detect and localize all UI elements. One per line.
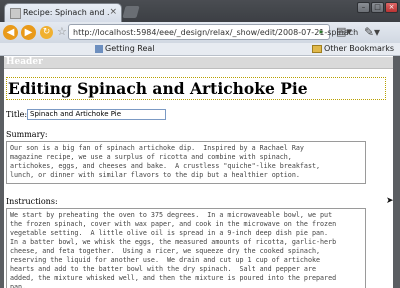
maximize-button[interactable]: □ <box>371 2 384 13</box>
summary-label: Summary: <box>6 130 48 139</box>
page-header-text: Header <box>6 57 43 67</box>
page-header-bar: Header <box>4 57 393 69</box>
address-bar[interactable]: http://localhost:5984/eee/_design/relax/… <box>68 24 358 40</box>
page-title: Editing Spinach and Artichoke Pie <box>6 77 386 100</box>
other-bookmarks-button[interactable]: Other Bookmarks <box>312 43 394 55</box>
reload-button[interactable]: ↻ <box>40 26 53 39</box>
go-arrow-icon[interactable]: ▸ <box>316 26 327 37</box>
window-edge <box>393 56 400 288</box>
tab-strip: Recipe: Spinach and ... × – □ × <box>0 0 400 22</box>
back-button[interactable]: ◀ <box>3 25 18 40</box>
instructions-textarea[interactable]: We start by preheating the oven to 375 d… <box>6 208 366 288</box>
other-bookmarks-label: Other Bookmarks <box>324 44 394 53</box>
instructions-label: Instructions: <box>6 197 58 206</box>
tab-recipe[interactable]: Recipe: Spinach and ... × <box>4 3 122 22</box>
forward-button[interactable]: ▶ <box>21 25 36 40</box>
tab-title: Recipe: Spinach and ... <box>23 8 109 17</box>
page-content: Header Editing Spinach and Artichoke Pie… <box>4 56 393 288</box>
folder-icon <box>312 44 323 53</box>
minimize-button[interactable]: – <box>357 2 370 13</box>
close-window-button[interactable]: × <box>385 2 398 13</box>
summary-textarea[interactable]: Our son is a big fan of spinach artichok… <box>6 141 366 184</box>
new-tab-button[interactable] <box>122 6 140 18</box>
window-controls: – □ × <box>357 2 398 13</box>
title-input[interactable]: Spinach and Artichoke Pie <box>27 109 166 120</box>
page-menu-icon[interactable]: ▤▾ <box>336 25 352 39</box>
page-favicon-icon <box>10 8 21 19</box>
browser-toolbar: ◀ ▶ ↻ ☆ http://localhost:5984/eee/_desig… <box>0 22 400 43</box>
browser-window: Recipe: Spinach and ... × – □ × ◀ ▶ ↻ ☆ … <box>0 0 400 288</box>
mouse-cursor-icon: ➤ <box>386 196 394 206</box>
close-tab-icon[interactable]: × <box>109 6 117 18</box>
bookmark-star-icon[interactable]: ☆ <box>57 25 67 39</box>
wrench-menu-icon[interactable]: ✎▾ <box>364 25 380 39</box>
title-label: Title: <box>6 110 28 119</box>
bookmark-icon <box>95 44 103 53</box>
bookmarks-bar: Getting Real Other Bookmarks <box>0 43 400 56</box>
bookmark-label: Getting Real <box>105 44 155 53</box>
bookmark-getting-real[interactable]: Getting Real <box>95 43 155 55</box>
